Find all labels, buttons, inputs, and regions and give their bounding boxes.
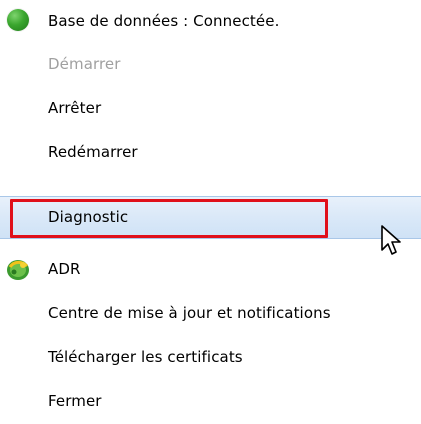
menu-item-update-center[interactable]: Centre de mise à jour et notifications <box>0 292 421 335</box>
menu-item-label: ADR <box>48 260 81 278</box>
menu-item-start: Démarrer <box>0 43 421 86</box>
menu-item-label: Base de données : Connectée. <box>48 12 280 30</box>
menu-item-label: Redémarrer <box>48 143 138 161</box>
menu-item-close[interactable]: Fermer <box>0 380 421 423</box>
mouse-cursor-icon <box>381 225 401 255</box>
menu-item-diagnostic[interactable]: Diagnostic <box>0 196 421 239</box>
menu-item-stop[interactable]: Arrêter <box>0 87 421 130</box>
green-status-dot-icon <box>7 9 29 31</box>
context-menu: Base de données : Connectée. Démarrer Ar… <box>0 0 421 424</box>
menu-item-download-certificates[interactable]: Télécharger les certificats <box>0 336 421 379</box>
menu-item-label: Fermer <box>48 392 102 410</box>
menu-item-label: Centre de mise à jour et notifications <box>48 304 331 322</box>
menu-item-label: Télécharger les certificats <box>48 348 243 366</box>
adr-icon <box>7 260 29 280</box>
menu-item-adr[interactable]: ADR <box>0 248 421 291</box>
menu-item-label: Arrêter <box>48 99 102 117</box>
menu-item-label: Diagnostic <box>48 208 129 226</box>
menu-item-restart[interactable]: Redémarrer <box>0 131 421 174</box>
menu-item-label: Démarrer <box>48 55 121 73</box>
menu-item-database-status[interactable]: Base de données : Connectée. <box>0 0 421 43</box>
